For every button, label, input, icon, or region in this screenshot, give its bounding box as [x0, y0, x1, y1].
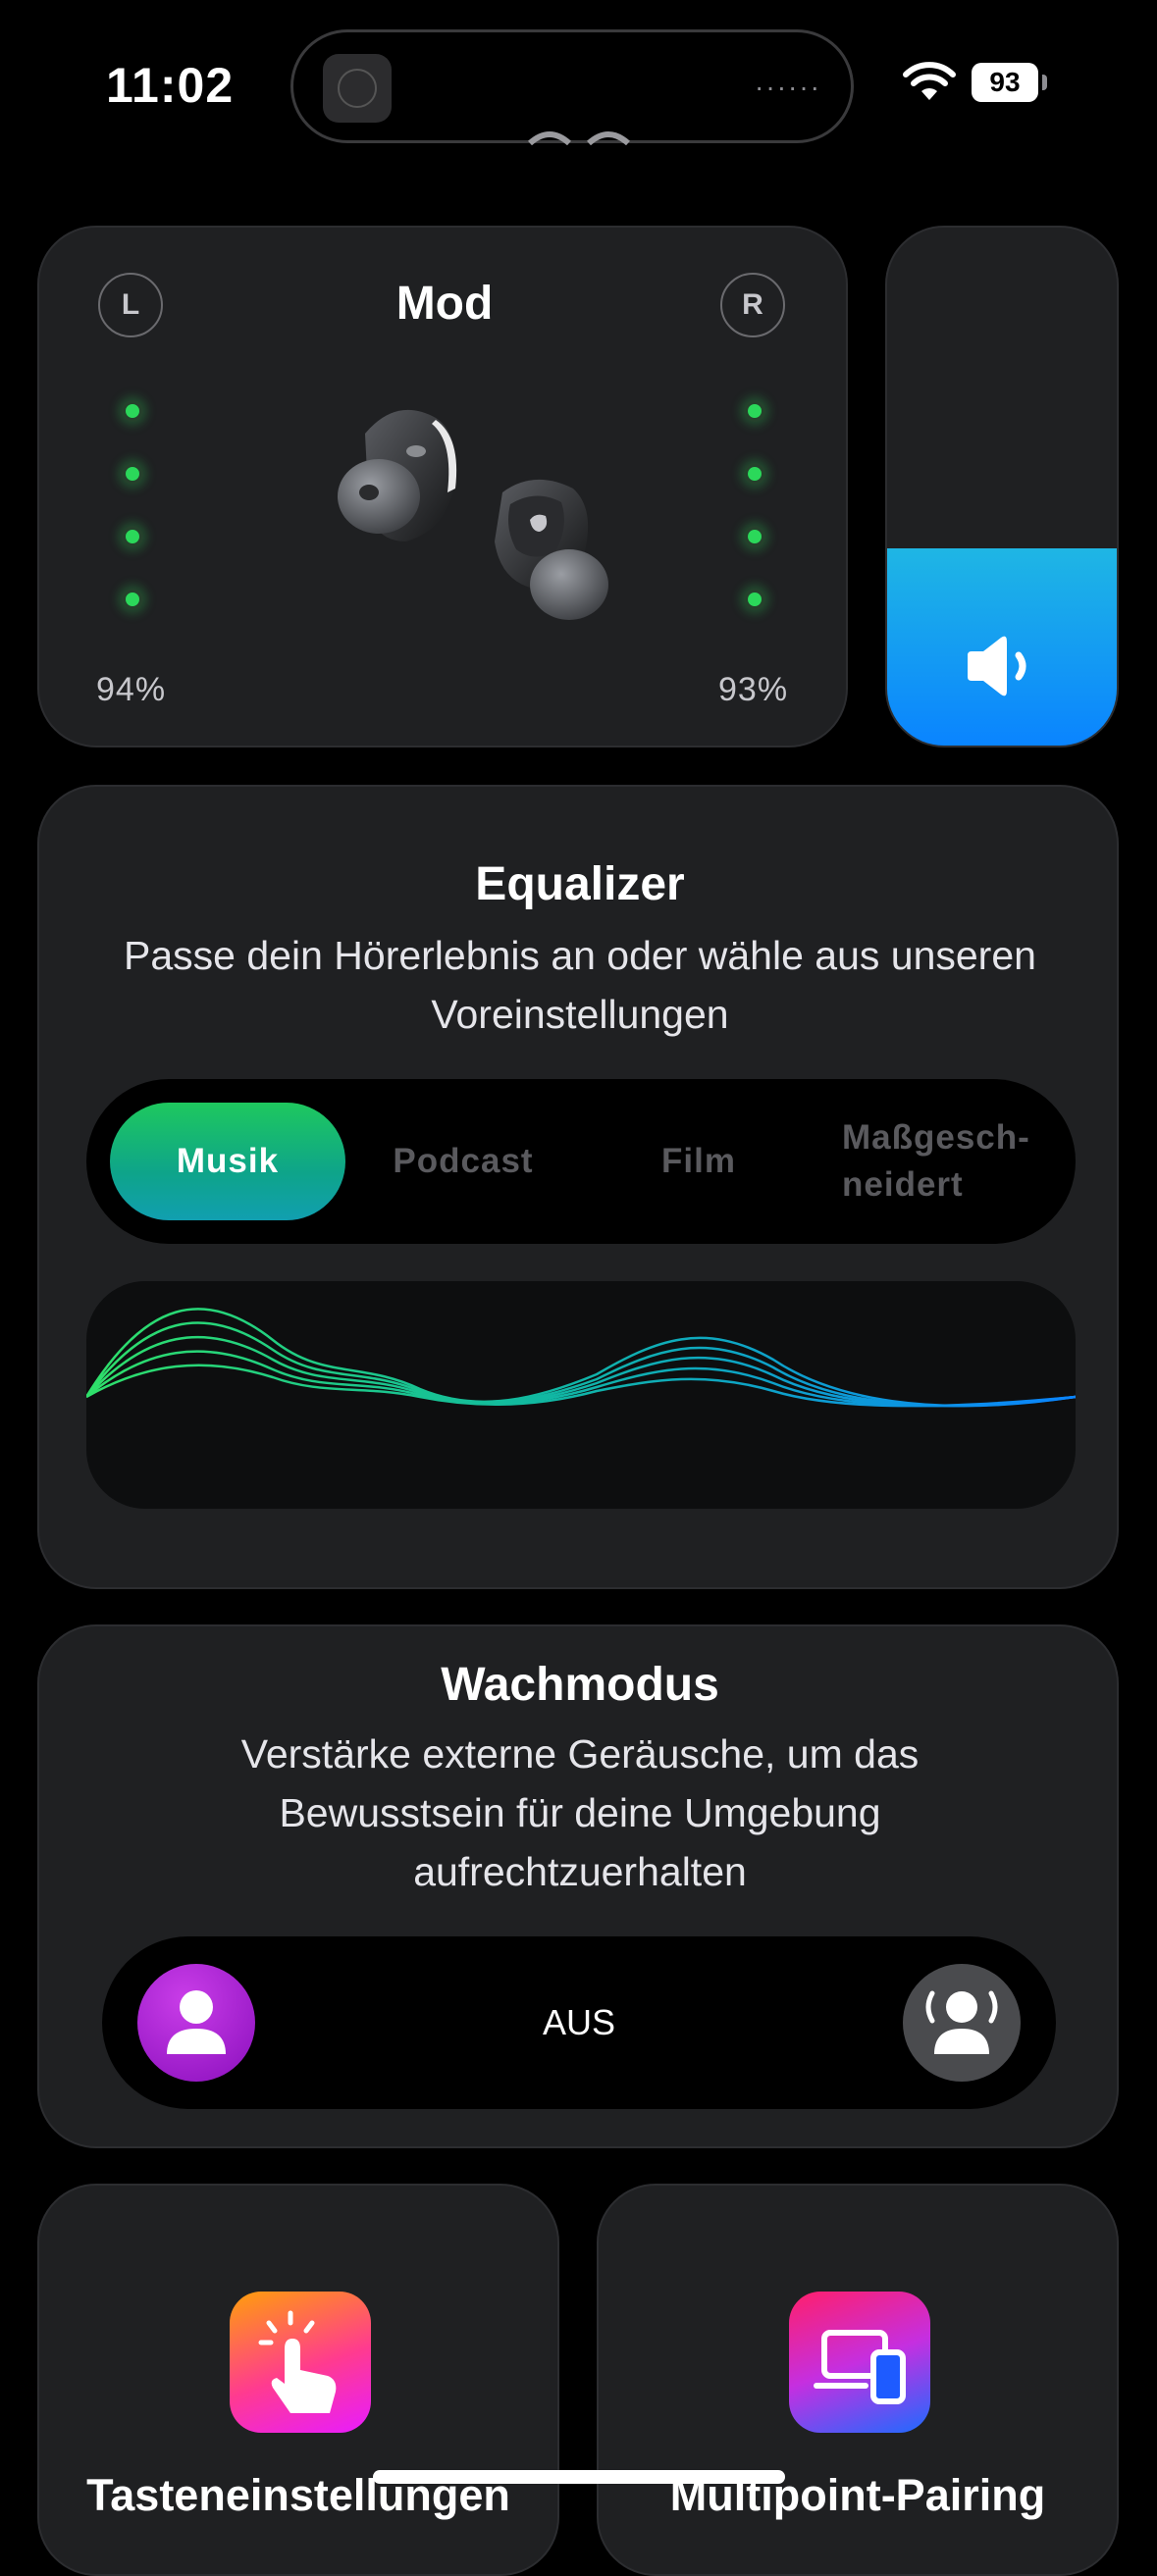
multipoint-pairing-card[interactable]: Multipoint-Pairing: [597, 2184, 1119, 2576]
device-status-card[interactable]: L Mod R 94% 93%: [37, 226, 848, 747]
speaker-icon: [968, 636, 1026, 696]
left-battery-dot: [122, 400, 143, 422]
now-playing-app-icon: [323, 54, 392, 123]
eq-curve: [86, 1308, 1076, 1408]
wifi-icon: [903, 62, 956, 100]
equalizer-card: Equalizer Passe dein Hörerlebnis an oder…: [37, 785, 1119, 1589]
left-battery-dot: [122, 463, 143, 485]
left-battery-dot: [122, 589, 143, 610]
devices-icon: [789, 2292, 930, 2433]
right-earbud-label: R: [720, 273, 785, 337]
status-time: 11:02: [106, 58, 235, 113]
awareness-mode-title: Wachmodus: [441, 1659, 719, 1711]
home-indicator[interactable]: [373, 2470, 785, 2484]
left-battery-dot: [122, 526, 143, 547]
eq-preset-film[interactable]: Film: [581, 1103, 816, 1220]
equalizer-description: Passe dein Hörerlebnis an oder wähle aus…: [124, 933, 1036, 1037]
earbuds-image: [338, 409, 608, 620]
right-battery-dot: [744, 400, 765, 422]
eq-preset-podcast[interactable]: Podcast: [345, 1103, 581, 1220]
island-activity-dots: ······: [755, 72, 821, 102]
volume-slider[interactable]: [885, 226, 1119, 747]
awareness-mode-description: Verstärke externe Geräusche, um das Bewu…: [240, 1731, 920, 1894]
button-settings-card[interactable]: Tasteneinstellungen: [37, 2184, 559, 2576]
awareness-mode-toggle[interactable]: AUS: [102, 1936, 1056, 2109]
eq-preset-selector: Musik Podcast Film Maßgesch- neidert: [86, 1079, 1076, 1244]
left-battery-percent: 94%: [96, 671, 167, 708]
equalizer-title: Equalizer: [475, 858, 685, 910]
battery-indicator: 93: [972, 63, 1047, 102]
tap-gesture-icon: [230, 2292, 371, 2433]
right-battery-percent: 93%: [718, 671, 789, 708]
awareness-mode-card: Wachmodus Verstärke externe Geräusche, u…: [37, 1624, 1119, 2148]
right-battery-dot: [744, 526, 765, 547]
eq-preset-custom[interactable]: Maßgesch- neidert: [816, 1103, 1052, 1220]
eq-curve-graph[interactable]: [86, 1281, 1076, 1509]
right-battery-dot: [744, 589, 765, 610]
eq-preset-musik[interactable]: Musik: [110, 1103, 345, 1220]
right-battery-dot: [744, 463, 765, 485]
scrolled-header-peek: [527, 131, 631, 145]
person-ambient-icon[interactable]: [903, 1964, 1021, 2082]
